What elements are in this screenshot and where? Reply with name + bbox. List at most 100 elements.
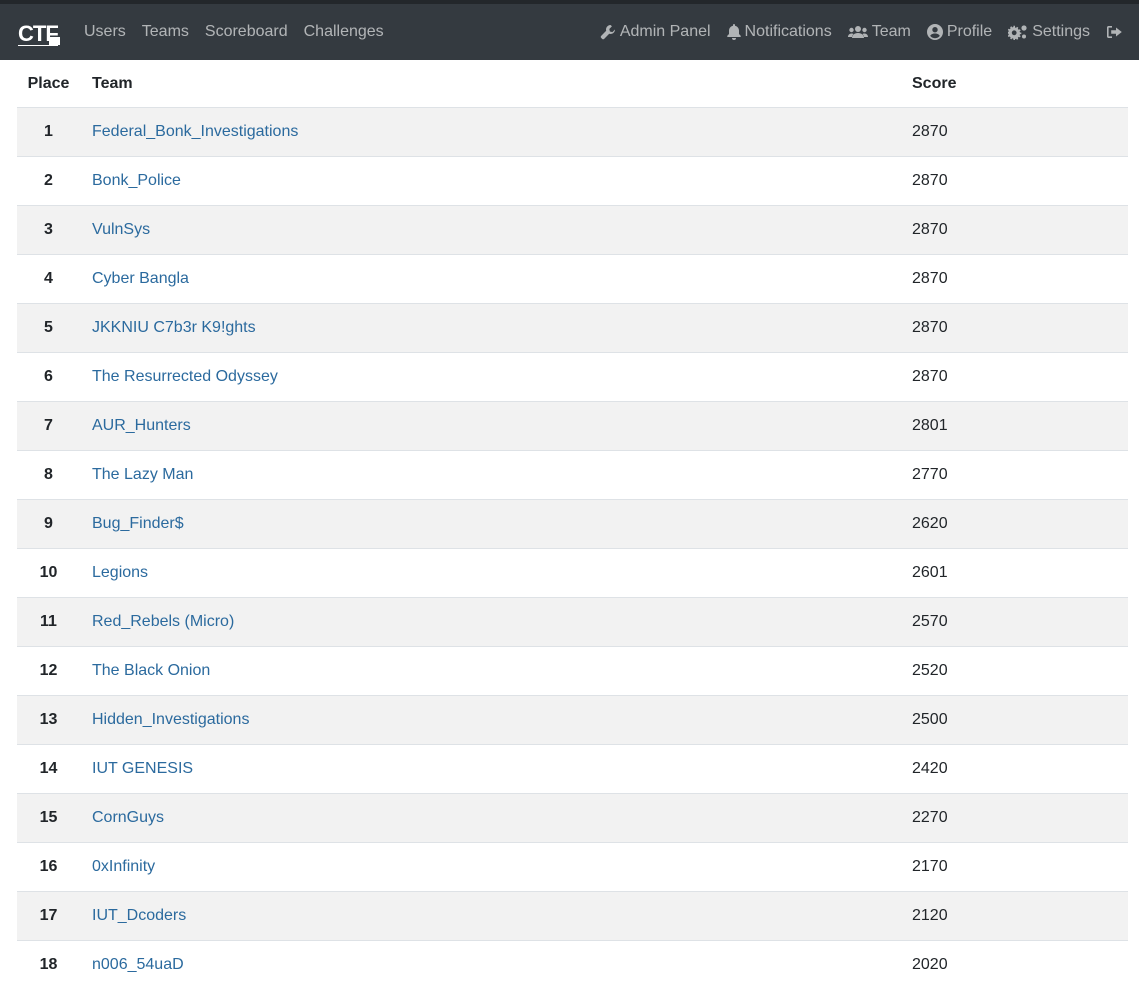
team-cell: Bug_Finder$ — [80, 500, 912, 549]
nav-profile-label: Profile — [947, 23, 992, 41]
team-link[interactable]: CornGuys — [92, 809, 164, 826]
place-cell: 5 — [17, 304, 80, 353]
table-row: 15CornGuys2270 — [17, 794, 1128, 843]
team-link[interactable]: The Black Onion — [92, 662, 210, 679]
nav-scoreboard[interactable]: Scoreboard — [205, 23, 288, 41]
team-link[interactable]: Bug_Finder$ — [92, 515, 184, 532]
score-cell: 2870 — [912, 304, 1128, 353]
team-cell: n006_54uaD — [80, 941, 912, 989]
team-cell: IUT GENESIS — [80, 745, 912, 794]
place-cell: 7 — [17, 402, 80, 451]
score-cell: 2620 — [912, 500, 1128, 549]
sign-out-icon — [1106, 25, 1123, 39]
table-row: 160xInfinity2170 — [17, 843, 1128, 892]
table-row: 12The Black Onion2520 — [17, 647, 1128, 696]
team-link[interactable]: Hidden_Investigations — [92, 711, 249, 728]
place-cell: 8 — [17, 451, 80, 500]
team-link[interactable]: IUT_Dcoders — [92, 907, 186, 924]
header-place: Place — [17, 60, 80, 108]
team-cell: CornGuys — [80, 794, 912, 843]
place-cell: 14 — [17, 745, 80, 794]
team-link[interactable]: AUR_Hunters — [92, 417, 191, 434]
table-row: 14 IUT GENESIS 2420 — [17, 745, 1128, 794]
team-link[interactable]: Legions — [92, 564, 148, 581]
place-cell: 16 — [17, 843, 80, 892]
team-link[interactable]: JKKNIU C7b3r K9!ghts — [92, 319, 256, 336]
team-cell: Federal_Bonk_Investigations — [80, 108, 912, 157]
user-nav: Admin Panel Notifications Team Profile S… — [584, 4, 1123, 60]
users-icon — [848, 24, 868, 40]
wrench-icon — [600, 24, 616, 40]
team-link[interactable]: The Resurrected Odyssey — [92, 368, 278, 385]
team-link[interactable]: Federal_Bonk_Investigations — [92, 123, 298, 140]
table-row: 2Bonk_Police2870 — [17, 157, 1128, 206]
score-cell: 2020 — [912, 941, 1128, 989]
nav-profile[interactable]: Profile — [927, 23, 992, 41]
ctf-logo[interactable]: CTF — [18, 20, 60, 48]
nav-team[interactable]: Team — [848, 23, 911, 41]
table-row: 8The Lazy Man2770 — [17, 451, 1128, 500]
team-cell: Legions — [80, 549, 912, 598]
place-cell: 10 — [17, 549, 80, 598]
team-cell: JKKNIU C7b3r K9!ghts — [80, 304, 912, 353]
score-cell: 2870 — [912, 353, 1128, 402]
place-cell: 9 — [17, 500, 80, 549]
table-row: 4Cyber Bangla2870 — [17, 255, 1128, 304]
nav-challenges[interactable]: Challenges — [304, 23, 384, 41]
scoreboard-table: Place Team Score 1Federal_Bonk_Investiga… — [17, 60, 1128, 989]
score-cell: 2601 — [912, 549, 1128, 598]
team-link[interactable]: Red_Rebels (Micro) — [92, 613, 234, 630]
team-cell: The Black Onion — [80, 647, 912, 696]
team-link[interactable]: n006_54uaD — [92, 956, 184, 973]
team-link[interactable]: 0xInfinity — [92, 858, 155, 875]
score-cell: 2420 — [912, 745, 1128, 794]
team-link[interactable]: Bonk_Police — [92, 172, 181, 189]
nav-settings[interactable]: Settings — [1008, 23, 1090, 41]
team-cell: 0xInfinity — [80, 843, 912, 892]
header-score: Score — [912, 60, 1128, 108]
team-cell: The Lazy Man — [80, 451, 912, 500]
table-row: 11 Red_Rebels (Micro) 2570 — [17, 598, 1128, 647]
table-header-row: Place Team Score — [17, 60, 1128, 108]
team-cell: IUT_Dcoders — [80, 892, 912, 941]
team-link[interactable]: IUT GENESIS — [92, 760, 193, 777]
user-circle-icon — [927, 24, 943, 40]
table-row: 7 AUR_Hunters 2801 — [17, 402, 1128, 451]
score-cell: 2801 — [912, 402, 1128, 451]
team-cell: The Resurrected Odyssey — [80, 353, 912, 402]
place-cell: 13 — [17, 696, 80, 745]
table-row: 5 JKKNIU C7b3r K9!ghts 2870 — [17, 304, 1128, 353]
table-row: 17 IUT_Dcoders 2120 — [17, 892, 1128, 941]
nav-notifications-label: Notifications — [745, 23, 832, 41]
place-cell: 6 — [17, 353, 80, 402]
place-cell: 2 — [17, 157, 80, 206]
place-cell: 17 — [17, 892, 80, 941]
nav-logout[interactable] — [1106, 25, 1123, 39]
team-cell: Bonk_Police — [80, 157, 912, 206]
table-row: 13Hidden_Investigations2500 — [17, 696, 1128, 745]
place-cell: 11 — [17, 598, 80, 647]
nav-notifications[interactable]: Notifications — [727, 23, 832, 41]
nav-users[interactable]: Users — [84, 23, 126, 41]
team-link[interactable]: Cyber Bangla — [92, 270, 189, 287]
header-team: Team — [80, 60, 912, 108]
team-cell: VulnSys — [80, 206, 912, 255]
navbar: CTF Users Teams Scoreboard Challenges Ad… — [0, 0, 1139, 60]
team-link[interactable]: VulnSys — [92, 221, 150, 238]
table-row: 6 The Resurrected Odyssey 2870 — [17, 353, 1128, 402]
primary-nav: Users Teams Scoreboard Challenges — [84, 4, 400, 60]
score-cell: 2120 — [912, 892, 1128, 941]
cogs-icon — [1008, 24, 1028, 40]
team-cell: Hidden_Investigations — [80, 696, 912, 745]
score-cell: 2870 — [912, 255, 1128, 304]
place-cell: 12 — [17, 647, 80, 696]
place-cell: 3 — [17, 206, 80, 255]
nav-admin-panel[interactable]: Admin Panel — [600, 23, 711, 41]
nav-teams[interactable]: Teams — [142, 23, 189, 41]
table-row: 18n006_54uaD2020 — [17, 941, 1128, 989]
nav-settings-label: Settings — [1032, 23, 1090, 41]
bell-icon — [727, 24, 741, 40]
score-cell: 2570 — [912, 598, 1128, 647]
team-link[interactable]: The Lazy Man — [92, 466, 193, 483]
table-row: 3VulnSys2870 — [17, 206, 1128, 255]
